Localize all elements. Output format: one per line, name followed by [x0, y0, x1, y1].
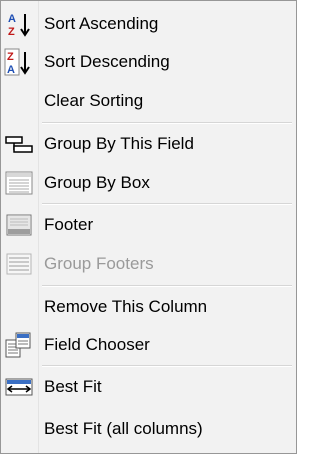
menu-item-label: Remove This Column — [44, 297, 208, 316]
menu-item-label: Sort Descending — [44, 52, 170, 71]
menu-item-label: Group By Box — [44, 173, 150, 192]
menu-item-label: Best Fit — [44, 377, 102, 396]
menu-item-group-by-this-field[interactable]: Group By This Field — [1, 126, 296, 162]
footer-icon — [4, 211, 34, 239]
group-by-box-icon — [4, 169, 34, 197]
menu-item-label: Group Footers — [44, 254, 154, 273]
column-context-menu: A Z Sort Ascending Z A Sort Descending C… — [0, 0, 297, 454]
menu-item-label: Footer — [44, 215, 94, 234]
svg-text:Z: Z — [8, 26, 15, 38]
svg-text:Z: Z — [7, 51, 14, 63]
menu-item-field-chooser[interactable]: Field Chooser — [1, 327, 296, 363]
best-fit-icon — [4, 373, 34, 401]
menu-item-best-fit-all-columns[interactable]: Best Fit (all columns) — [1, 411, 296, 447]
group-by-field-icon — [4, 130, 34, 158]
menu-separator — [42, 122, 292, 124]
menu-item-group-by-box[interactable]: Group By Box — [1, 165, 296, 201]
menu-item-label: Clear Sorting — [44, 91, 144, 110]
menu-item-footer[interactable]: Footer — [1, 207, 296, 243]
sort-descending-icon: Z A — [4, 48, 34, 76]
menu-item-sort-descending[interactable]: Z A Sort Descending — [1, 44, 296, 80]
menu-item-label: Field Chooser — [44, 335, 150, 354]
sort-ascending-icon: A Z — [4, 10, 34, 38]
group-footers-icon — [4, 250, 34, 278]
menu-separator — [42, 203, 292, 205]
svg-text:A: A — [7, 64, 15, 76]
menu-separator — [42, 285, 292, 287]
menu-item-label: Group By This Field — [44, 134, 194, 153]
menu-item-label: Sort Ascending — [44, 14, 159, 33]
menu-item-best-fit[interactable]: Best Fit — [1, 369, 296, 405]
menu-item-clear-sorting[interactable]: Clear Sorting — [1, 83, 296, 119]
menu-item-label: Best Fit (all columns) — [44, 419, 203, 438]
menu-separator — [42, 365, 292, 367]
menu-item-group-footers: Group Footers — [1, 246, 296, 282]
field-chooser-icon — [4, 331, 34, 359]
svg-text:A: A — [8, 13, 16, 25]
menu-item-sort-ascending[interactable]: A Z Sort Ascending — [1, 6, 296, 42]
menu-item-remove-this-column[interactable]: Remove This Column — [1, 289, 296, 325]
